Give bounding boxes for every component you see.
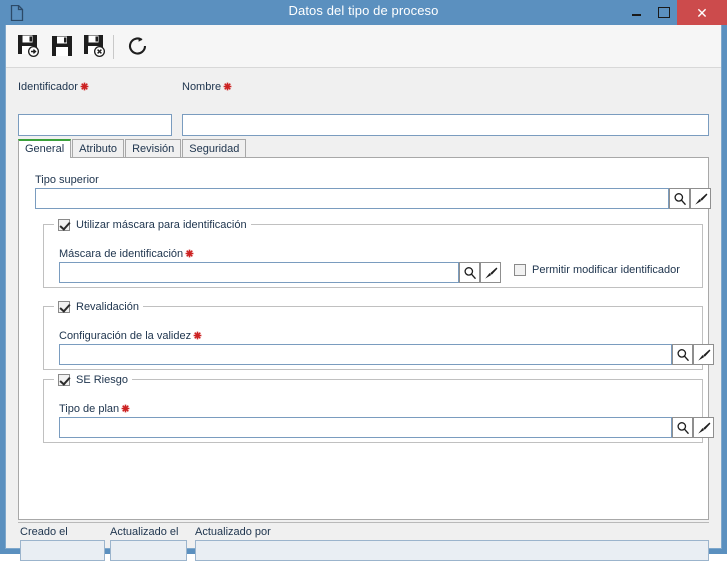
tab-revision-label: Revisión	[132, 143, 175, 155]
identificador-label: Identificador	[18, 81, 89, 93]
mascara-search-button[interactable]	[459, 262, 480, 283]
nombre-label-text: Nombre	[182, 81, 222, 93]
tipo-plan-field-label: Tipo de plan	[59, 403, 130, 415]
tab-general[interactable]: General	[18, 139, 72, 158]
brush-icon	[697, 422, 710, 434]
window-title: Datos del tipo de proceso	[288, 3, 439, 18]
tab-atributo-label: Atributo	[79, 143, 118, 155]
identificador-input[interactable]	[18, 114, 172, 136]
mascara-field-label: Máscara de identificación	[59, 248, 194, 260]
revalidacion-group: Revalidación Configuración de la validez	[43, 299, 714, 370]
required-marker-icon	[80, 82, 89, 91]
tipo-plan-field-label-text: Tipo de plan	[59, 403, 120, 415]
magnifier-icon	[673, 192, 686, 205]
nombre-input[interactable]	[182, 114, 709, 136]
floppy-close-icon	[84, 35, 105, 57]
tipo-superior-input[interactable]	[35, 188, 669, 209]
refresh-button[interactable]	[123, 31, 153, 61]
actualizado-por-label-text: Actualizado por	[195, 526, 271, 538]
actualizado-el-label-text: Actualizado el	[110, 526, 179, 538]
toolbar	[6, 25, 721, 68]
permitir-modificar-row[interactable]: Permitir modificar identificador	[514, 264, 680, 276]
creado-el-label-text: Creado el	[20, 526, 68, 538]
mascara-input[interactable]	[59, 262, 459, 283]
permitir-modificar-checkbox[interactable]	[514, 264, 526, 276]
mascara-group: Utilizar máscara para identificación Más…	[43, 217, 703, 288]
magnifier-icon	[463, 266, 476, 279]
actualizado-el-input	[110, 540, 187, 561]
save-button[interactable]	[47, 31, 77, 61]
minimize-icon	[632, 14, 641, 16]
client-area: Identificador Nombre General Atributo Re…	[5, 25, 722, 561]
mascara-group-header[interactable]: Utilizar máscara para identificación	[54, 217, 251, 233]
floppy-icon	[52, 36, 72, 56]
tipo-superior-label: Tipo superior	[35, 174, 99, 186]
required-marker-icon	[223, 82, 232, 91]
maximize-icon	[657, 7, 670, 18]
mascara-field-label-text: Máscara de identificación	[59, 248, 184, 260]
tipo-plan-clear-button[interactable]	[693, 417, 714, 438]
toolbar-separator	[113, 35, 114, 59]
floppy-arrow-icon	[18, 35, 39, 57]
required-marker-icon	[193, 331, 202, 340]
tipo-plan-search-button[interactable]	[672, 417, 693, 438]
magnifier-icon	[676, 421, 689, 434]
brush-icon	[694, 193, 707, 205]
refresh-icon	[128, 37, 147, 55]
identificador-label-text: Identificador	[18, 81, 78, 93]
validez-clear-button[interactable]	[693, 344, 714, 365]
required-marker-icon	[185, 249, 194, 258]
save-and-new-button[interactable]	[14, 31, 44, 61]
actualizado-el-label: Actualizado el	[110, 526, 179, 538]
save-and-close-button[interactable]	[80, 31, 110, 61]
validez-search-button[interactable]	[672, 344, 693, 365]
revalidacion-group-checkbox[interactable]	[58, 301, 70, 313]
validez-input[interactable]	[59, 344, 672, 365]
riesgo-group-title: SE Riesgo	[76, 374, 128, 386]
tab-panel-general: Tipo superior Utilizar máscara para iden…	[18, 157, 714, 520]
brush-icon	[697, 349, 710, 361]
revalidacion-group-title: Revalidación	[76, 301, 139, 313]
minimize-button[interactable]	[623, 0, 650, 25]
mascara-group-checkbox[interactable]	[58, 219, 70, 231]
mascara-clear-button[interactable]	[480, 262, 501, 283]
validez-field-label-text: Configuración de la validez	[59, 330, 192, 342]
tipo-superior-label-text: Tipo superior	[35, 174, 99, 186]
actualizado-por-input	[195, 540, 709, 561]
actualizado-por-label: Actualizado por	[195, 526, 271, 538]
footer-separator	[18, 522, 709, 523]
close-icon: ✕	[696, 4, 708, 21]
brush-icon	[484, 267, 497, 279]
tab-seguridad-label: Seguridad	[189, 143, 240, 155]
title-bar: Datos del tipo de proceso ✕	[0, 0, 727, 25]
maximize-button[interactable]	[650, 0, 677, 25]
nombre-label: Nombre	[182, 81, 232, 93]
application-window: Datos del tipo de proceso ✕ Identificado…	[0, 0, 727, 561]
required-marker-icon	[121, 404, 130, 413]
mascara-group-title: Utilizar máscara para identificación	[76, 219, 247, 231]
tipo-plan-input[interactable]	[59, 417, 672, 438]
tab-seguridad[interactable]: Seguridad	[182, 139, 247, 158]
tab-revision[interactable]: Revisión	[125, 139, 182, 158]
permitir-modificar-label: Permitir modificar identificador	[532, 264, 680, 276]
tipo-superior-clear-button[interactable]	[690, 188, 711, 209]
riesgo-group-header[interactable]: SE Riesgo	[54, 372, 132, 388]
tab-atributo[interactable]: Atributo	[72, 139, 125, 158]
magnifier-icon	[676, 348, 689, 361]
validez-field-label: Configuración de la validez	[59, 330, 202, 342]
tab-general-label: General	[25, 143, 65, 155]
tipo-superior-search-button[interactable]	[669, 188, 690, 209]
tab-strip: General Atributo Revisión Seguridad	[18, 139, 247, 158]
revalidacion-group-header[interactable]: Revalidación	[54, 299, 143, 315]
creado-el-input	[20, 540, 105, 561]
riesgo-group: SE Riesgo Tipo de plan	[43, 372, 714, 443]
close-button[interactable]: ✕	[677, 0, 727, 25]
creado-el-label: Creado el	[20, 526, 68, 538]
riesgo-group-checkbox[interactable]	[58, 374, 70, 386]
